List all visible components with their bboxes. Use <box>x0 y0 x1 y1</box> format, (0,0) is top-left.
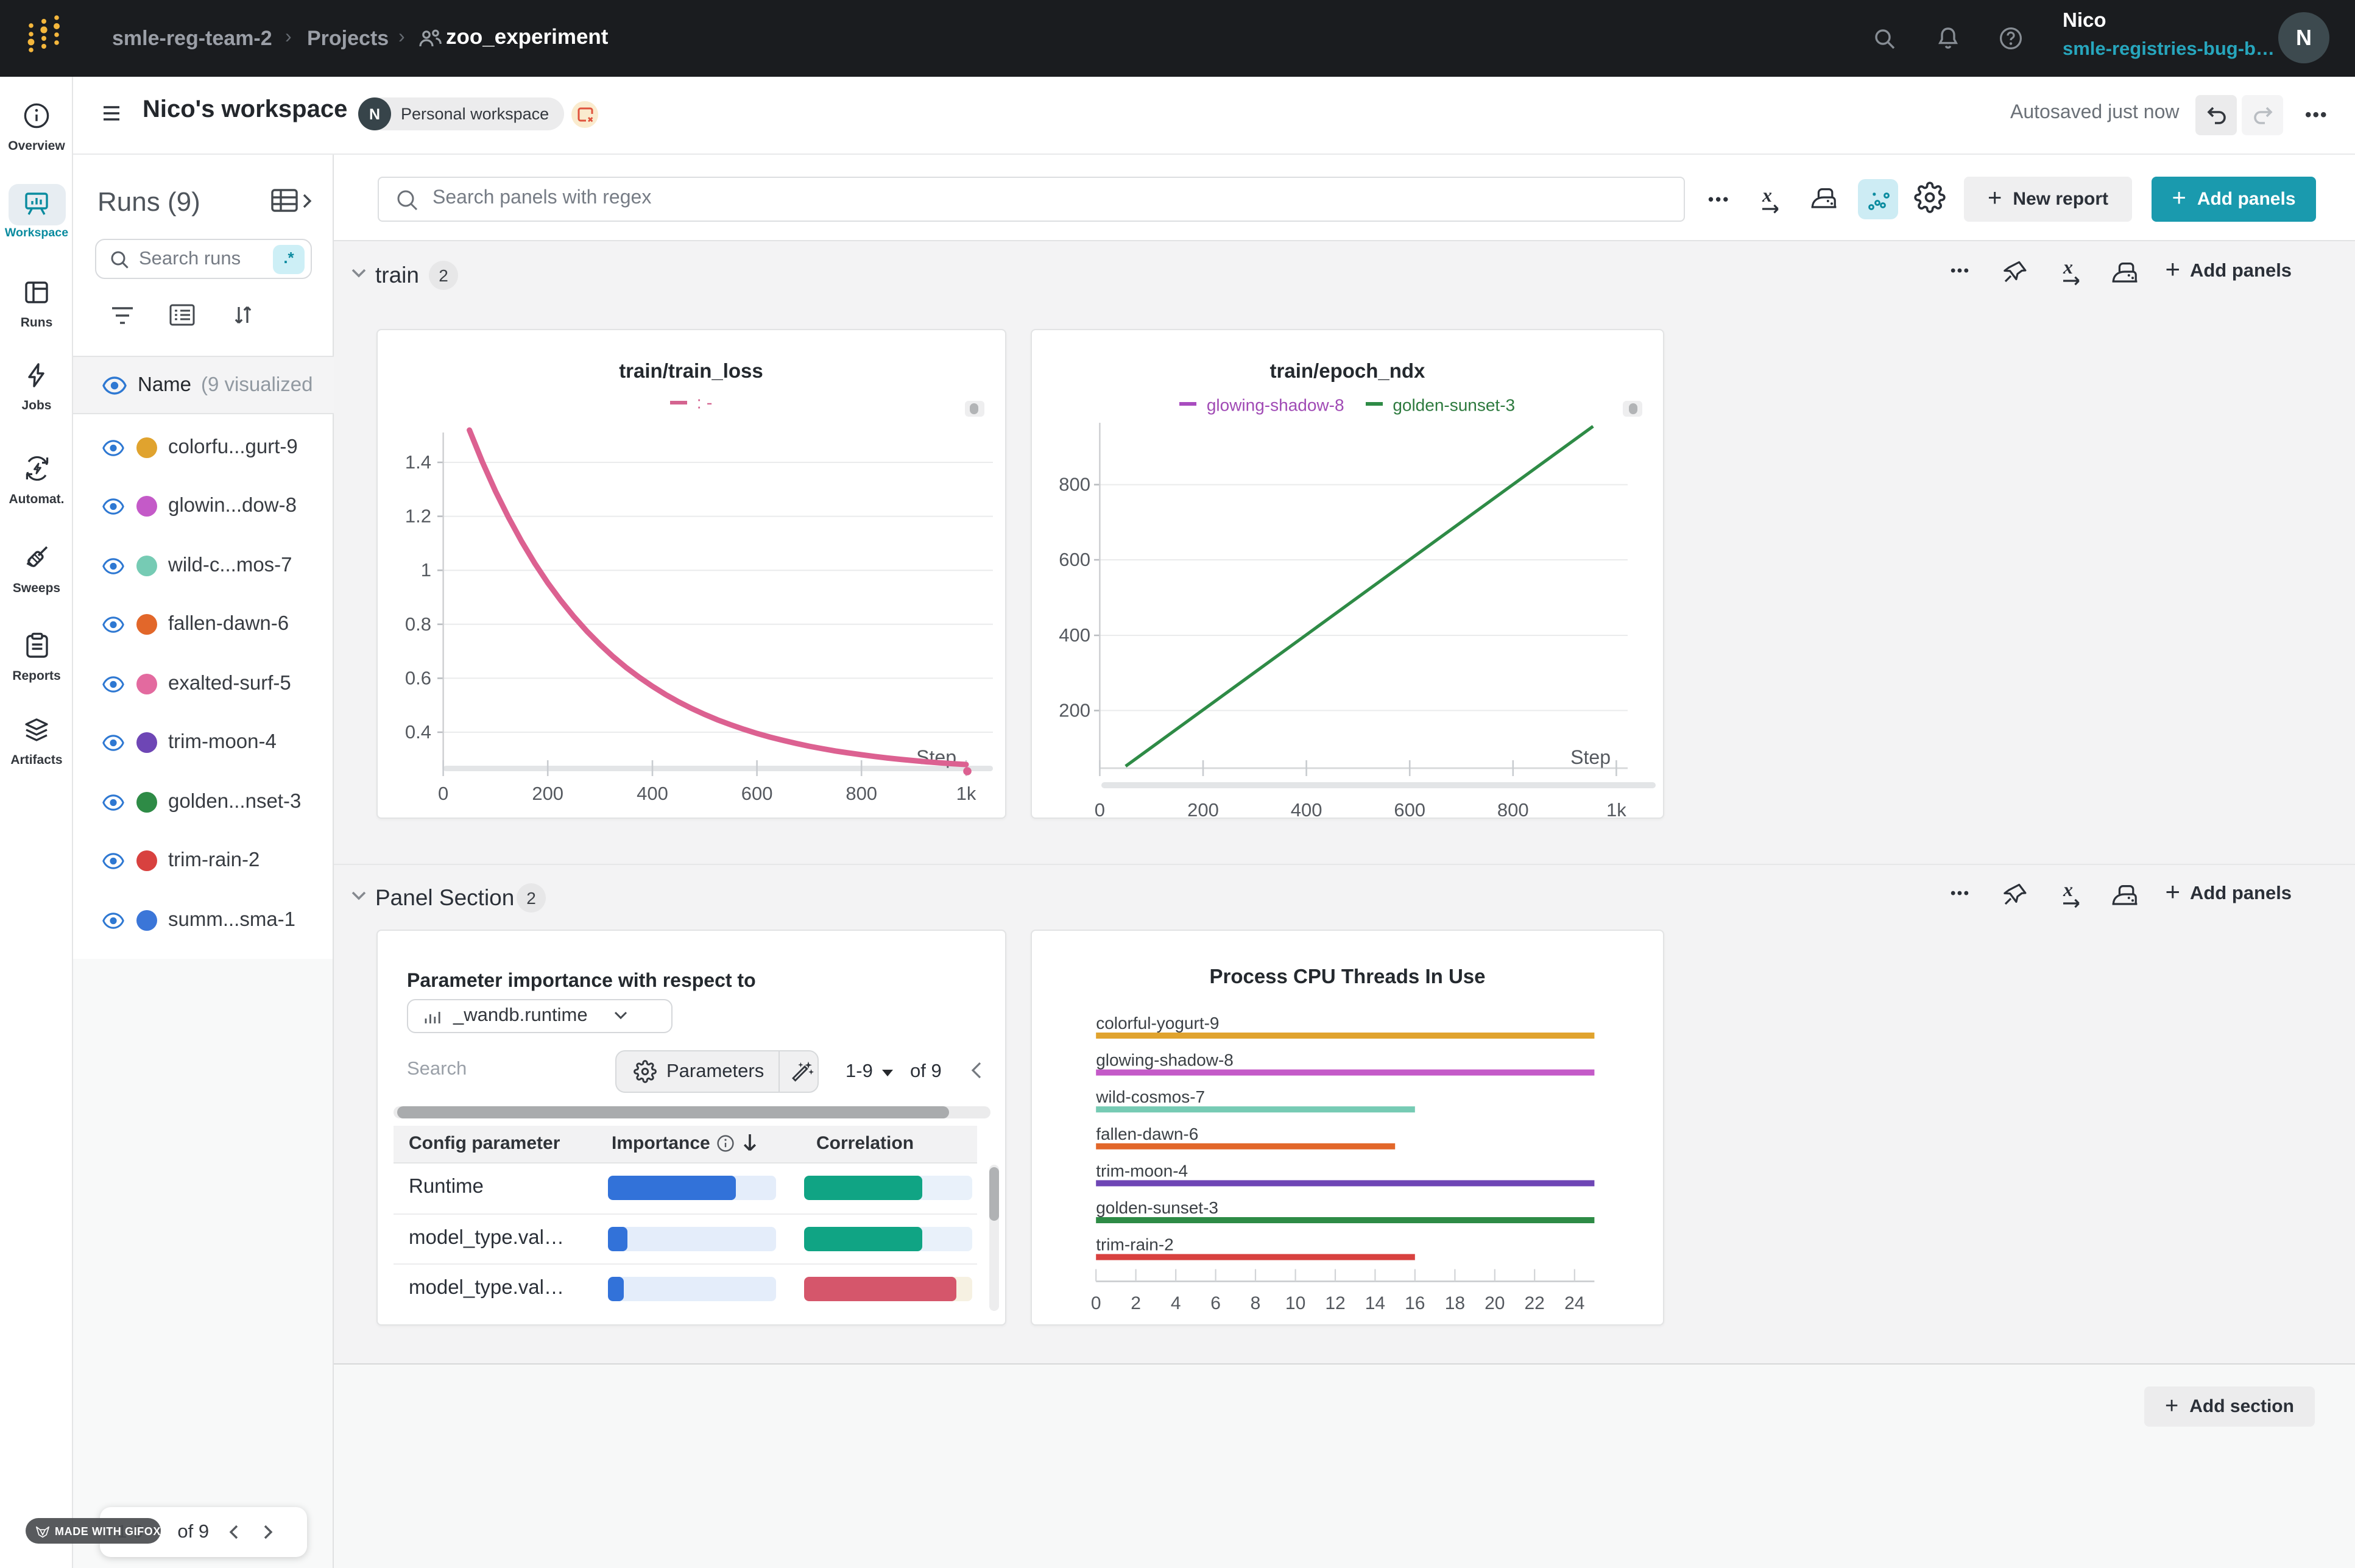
svg-text:400: 400 <box>637 782 668 803</box>
svg-text:6: 6 <box>1210 1293 1221 1313</box>
svg-text:x: x <box>1762 185 1772 206</box>
svg-text:200: 200 <box>532 782 563 803</box>
svg-text:800: 800 <box>846 782 877 803</box>
svg-text:x: x <box>2063 257 2073 278</box>
svg-text:1k: 1k <box>1606 799 1626 819</box>
svg-text:1k: 1k <box>956 782 976 803</box>
svg-text:8: 8 <box>1251 1293 1261 1313</box>
svg-text:600: 600 <box>1394 799 1425 819</box>
svg-text:200: 200 <box>1187 799 1219 819</box>
svg-text:12: 12 <box>1325 1293 1345 1313</box>
svg-text:colorful-yogurt-9: colorful-yogurt-9 <box>1096 1013 1219 1032</box>
svg-text:400: 400 <box>1059 624 1090 645</box>
svg-text:24: 24 <box>1564 1293 1584 1313</box>
svg-text:0.6: 0.6 <box>405 666 431 688</box>
svg-text:14: 14 <box>1365 1293 1385 1313</box>
svg-text:20: 20 <box>1485 1293 1505 1313</box>
svg-text:4: 4 <box>1171 1293 1181 1313</box>
svg-text:golden-sunset-3: golden-sunset-3 <box>1096 1198 1218 1217</box>
svg-text:0.8: 0.8 <box>405 613 431 634</box>
svg-text:10: 10 <box>1285 1293 1305 1313</box>
svg-text:x: x <box>2063 880 2073 900</box>
svg-text:200: 200 <box>1059 699 1090 720</box>
svg-text:1: 1 <box>421 559 431 580</box>
svg-text:800: 800 <box>1059 473 1090 495</box>
svg-text:glowing-shadow-8: glowing-shadow-8 <box>1096 1050 1234 1069</box>
svg-text:0: 0 <box>438 782 448 803</box>
svg-text:18: 18 <box>1445 1293 1465 1313</box>
svg-text:wild-cosmos-7: wild-cosmos-7 <box>1095 1087 1205 1106</box>
svg-text:22: 22 <box>1525 1293 1545 1313</box>
svg-text:1.2: 1.2 <box>405 505 431 526</box>
svg-text:trim-rain-2: trim-rain-2 <box>1096 1235 1174 1254</box>
svg-text:2: 2 <box>1131 1293 1141 1313</box>
svg-text:1.4: 1.4 <box>405 451 431 472</box>
svg-text:0.4: 0.4 <box>405 721 431 742</box>
svg-text:0: 0 <box>1091 1293 1101 1313</box>
svg-text:600: 600 <box>1059 548 1090 570</box>
svg-text:Step: Step <box>1570 746 1611 768</box>
svg-text:400: 400 <box>1291 799 1322 819</box>
svg-text:800: 800 <box>1497 799 1529 819</box>
svg-text:600: 600 <box>741 782 773 803</box>
svg-text:0: 0 <box>1095 799 1105 819</box>
svg-text:16: 16 <box>1405 1293 1425 1313</box>
svg-text:fallen-dawn-6: fallen-dawn-6 <box>1096 1124 1198 1143</box>
svg-text:trim-moon-4: trim-moon-4 <box>1096 1160 1188 1179</box>
